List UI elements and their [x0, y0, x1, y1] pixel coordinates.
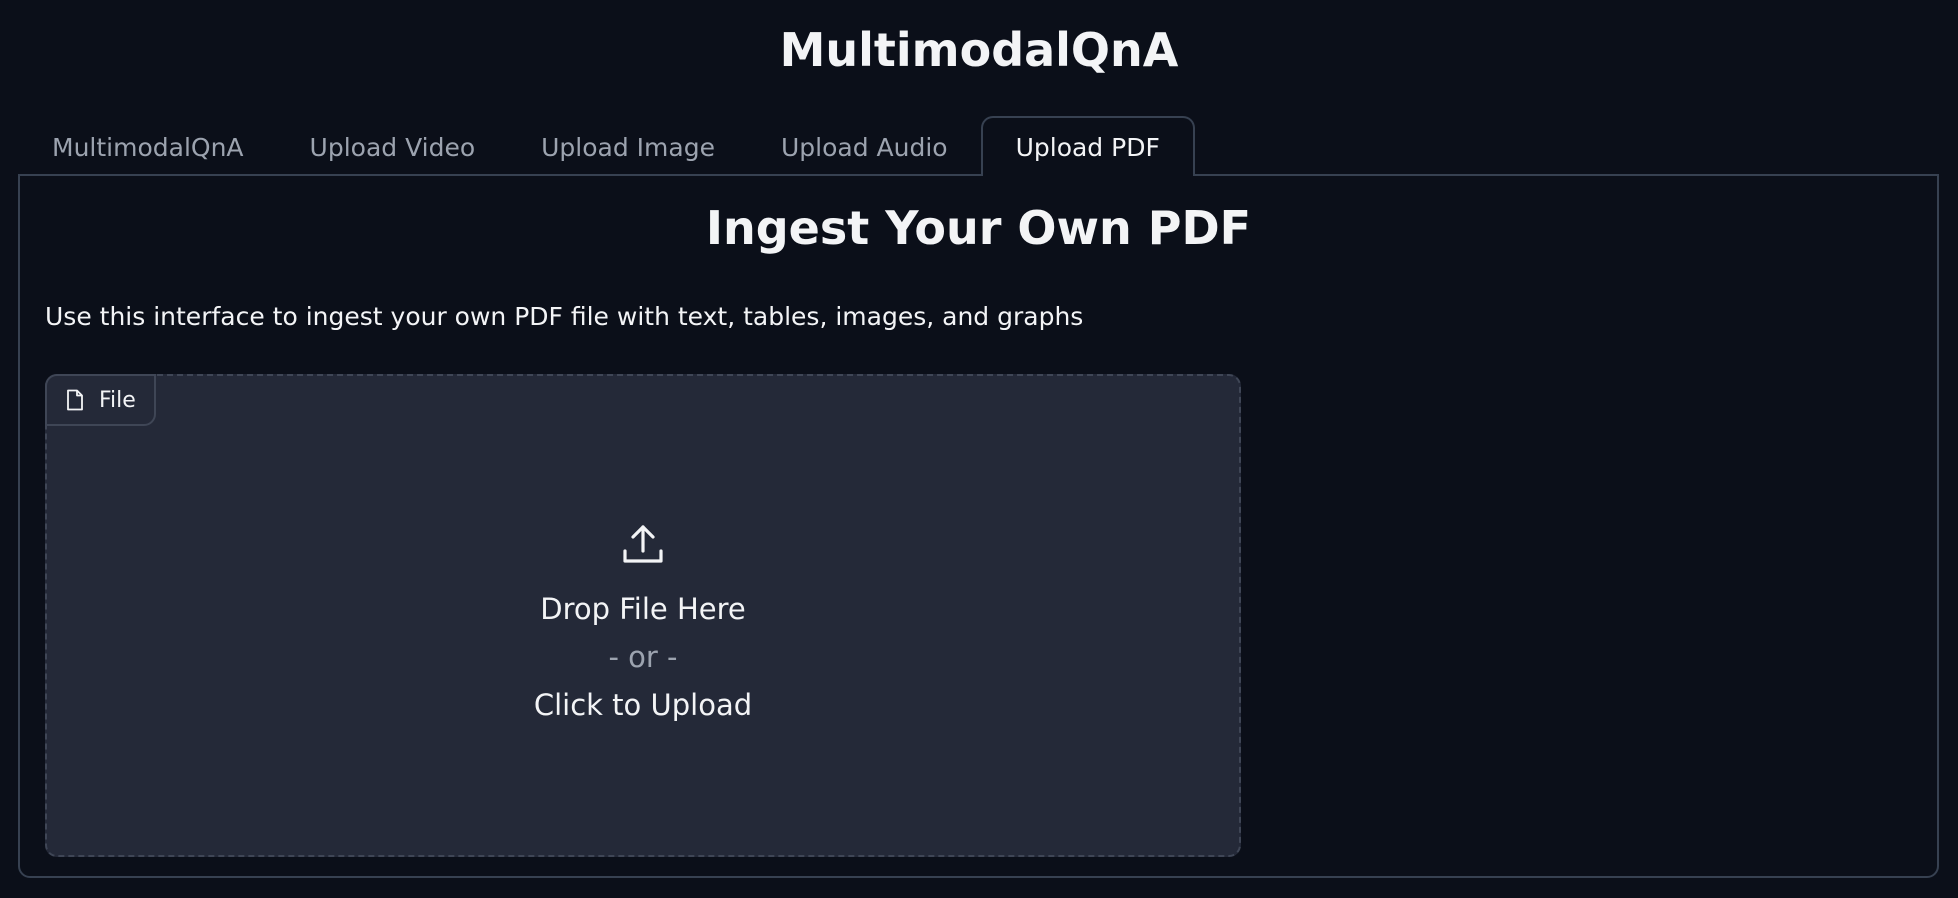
tab-upload-image[interactable]: Upload Image [508, 118, 748, 176]
upload-pdf-panel: Ingest Your Own PDF Use this interface t… [18, 174, 1939, 878]
tab-upload-audio[interactable]: Upload Audio [748, 118, 981, 176]
app-root: MultimodalQnA MultimodalQnA Upload Video… [0, 0, 1958, 898]
upload-icon [619, 521, 667, 569]
click-to-upload-text[interactable]: Click to Upload [534, 685, 752, 725]
app-title: MultimodalQnA [779, 23, 1179, 77]
panel-heading: Ingest Your Own PDF [705, 201, 1252, 255]
file-label-text: File [99, 387, 136, 413]
file-icon [65, 389, 85, 411]
drop-file-text: Drop File Here [540, 592, 746, 626]
panel-description: Use this interface to ingest your own PD… [45, 302, 1084, 331]
file-dropzone[interactable]: File Drop File Here - or - Click to Uplo… [45, 374, 1241, 857]
file-label: File [45, 374, 156, 426]
tab-multimodalqna[interactable]: MultimodalQnA [19, 118, 277, 176]
tab-upload-pdf[interactable]: Upload PDF [980, 116, 1195, 176]
or-separator-text: - or - [608, 640, 678, 674]
upload-prompt[interactable]: Drop File Here - or - Click to Upload [47, 521, 1239, 725]
tab-bar: MultimodalQnA Upload Video Upload Image … [19, 116, 1195, 176]
tab-upload-video[interactable]: Upload Video [277, 118, 509, 176]
